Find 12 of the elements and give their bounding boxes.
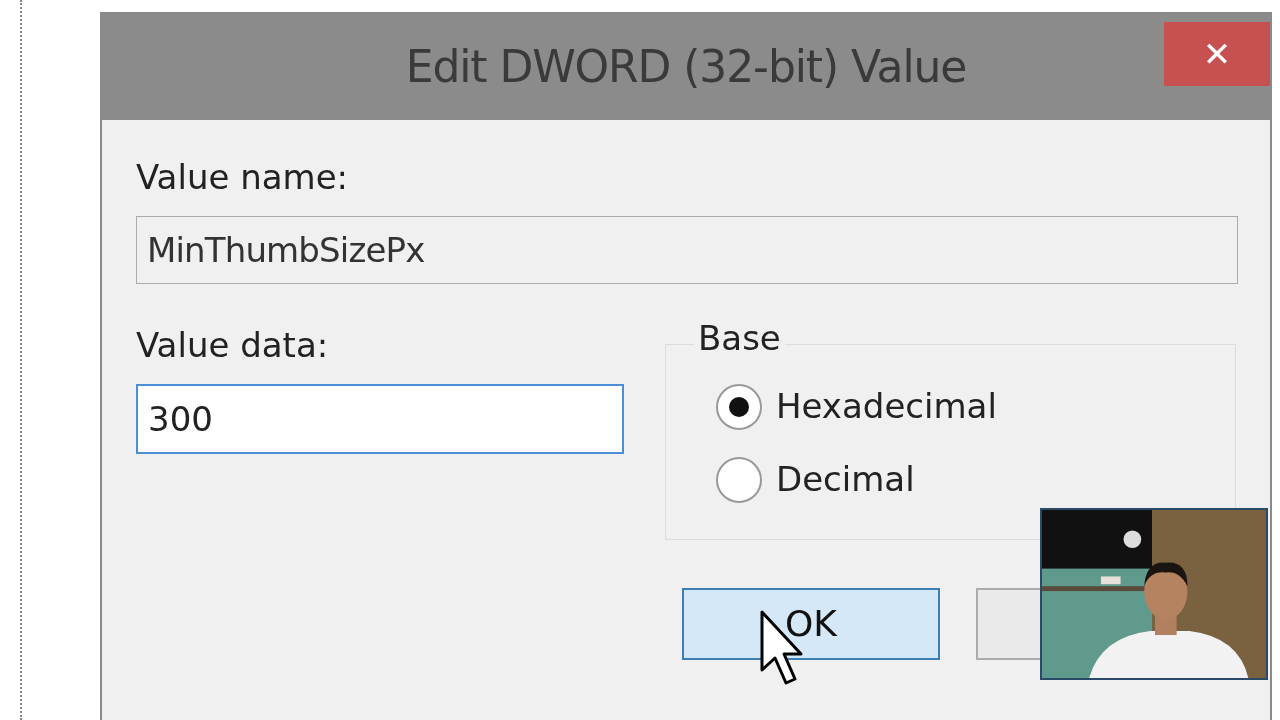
- radio-button[interactable]: [716, 383, 762, 430]
- field-label: Value name:: [136, 160, 350, 194]
- field-label: Value data:: [136, 328, 330, 362]
- radio-label: Decimal: [776, 458, 915, 501]
- window-title: Edit DWORD (32-bit) Value: [405, 40, 967, 94]
- close-button[interactable]: ✕: [1164, 22, 1270, 86]
- dialog-button[interactable]: [976, 588, 1040, 660]
- radio-label: Hexadecimal: [776, 385, 997, 428]
- value-data-field[interactable]: 300: [136, 384, 624, 454]
- value-name-field[interactable]: MinThumbSizePx: [136, 216, 1238, 284]
- radio-button[interactable]: [716, 456, 762, 503]
- ok-button[interactable]: OK: [682, 588, 940, 660]
